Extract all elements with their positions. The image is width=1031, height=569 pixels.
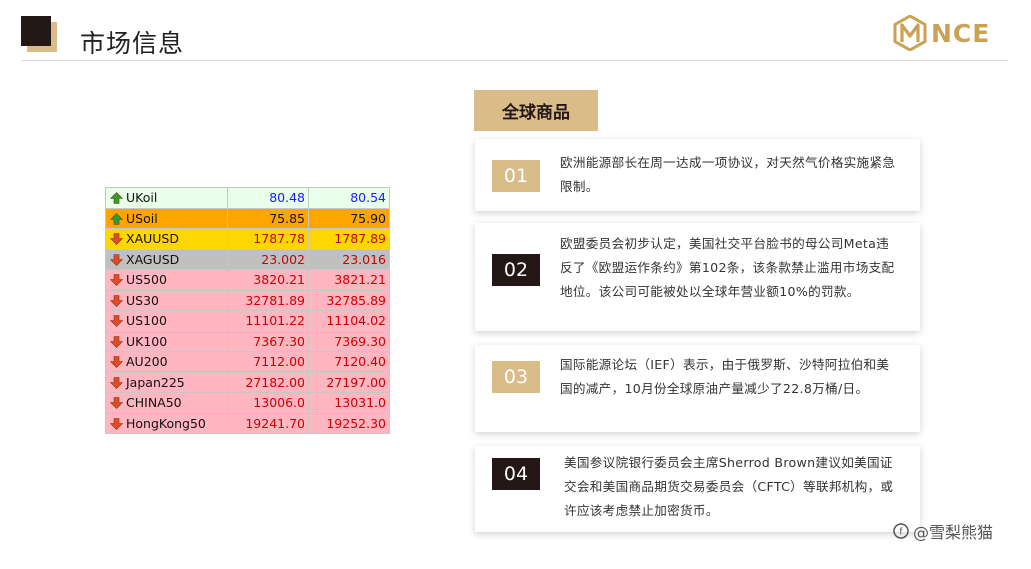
quote-row: UK100 7367.30 7369.30 <box>105 330 390 352</box>
quote-symbol-cell: XAUUSD <box>105 228 228 250</box>
section-tag: 全球商品 <box>474 90 598 131</box>
quote-bid: 23.002 <box>227 248 309 270</box>
quote-ask: 27197.00 <box>308 371 390 393</box>
news-card-2: 02 欧盟委员会初步认定，美国社交平台脸书的母公司Meta违反了《欧盟运作条约》… <box>475 223 920 331</box>
news-card-1: 01 欧洲能源部长在周一达成一项协议，对天然气价格实施紧急限制。 <box>475 139 920 211</box>
arrow-down-icon <box>110 397 123 410</box>
quote-ask: 32785.89 <box>308 289 390 311</box>
nce-logo-icon <box>893 15 927 51</box>
quote-symbol-cell: Japan225 <box>105 371 228 393</box>
quote-symbol-cell: HongKong50 <box>105 412 228 434</box>
quote-ask: 13031.0 <box>308 392 390 414</box>
quote-row: AU200 7112.00 7120.40 <box>105 351 390 373</box>
quote-bid: 7367.30 <box>227 330 309 352</box>
arrow-up-icon <box>110 212 123 225</box>
quote-symbol: US30 <box>126 292 159 308</box>
quote-row: USoil 75.85 75.90 <box>105 207 390 229</box>
quote-symbol-cell: US30 <box>105 289 228 311</box>
news-text: 美国参议院银行委员会主席Sherrod Brown建议如美国证交会和美国商品期货… <box>564 455 894 518</box>
news-card-4: 04 美国参议院银行委员会主席Sherrod Brown建议如美国证交会和美国商… <box>475 446 920 532</box>
watermark: f @雪梨熊猫 <box>893 519 993 543</box>
quote-bid: 27182.00 <box>227 371 309 393</box>
nce-logo: NCE <box>893 14 1005 52</box>
logo-text: NCE <box>931 18 991 48</box>
news-text: 国际能源论坛（IEF）表示，由于俄罗斯、沙特阿拉伯和美国的减产，10月份全球原油… <box>560 357 890 396</box>
quote-bid: 7112.00 <box>227 351 309 373</box>
arrow-down-icon <box>110 294 123 307</box>
quote-row: XAGUSD 23.002 23.016 <box>105 248 390 270</box>
quote-bid: 3820.21 <box>227 269 309 291</box>
arrow-down-icon <box>110 417 123 430</box>
arrow-down-icon <box>110 315 123 328</box>
news-number: 02 <box>492 254 540 286</box>
arrow-down-icon <box>110 335 123 348</box>
quote-symbol: CHINA50 <box>126 395 182 411</box>
news-number: 03 <box>492 361 540 393</box>
arrow-down-icon <box>110 274 123 287</box>
watermark-text: @雪梨熊猫 <box>913 523 994 542</box>
header-divider <box>22 60 1008 61</box>
quote-symbol: US500 <box>126 272 167 288</box>
quote-ask: 80.54 <box>308 187 390 209</box>
quote-ask: 7120.40 <box>308 351 390 373</box>
quote-symbol: HongKong50 <box>126 415 206 431</box>
quote-symbol-cell: UKoil <box>105 187 228 209</box>
quote-bid: 32781.89 <box>227 289 309 311</box>
quote-row: XAUUSD 1787.78 1787.89 <box>105 228 390 250</box>
quote-row: US500 3820.21 3821.21 <box>105 269 390 291</box>
title-decoration-front <box>21 16 51 46</box>
quote-ask: 23.016 <box>308 248 390 270</box>
quote-symbol-cell: US100 <box>105 310 228 332</box>
quote-symbol: XAUUSD <box>126 231 179 247</box>
quote-symbol: UKoil <box>126 190 158 206</box>
quote-ask: 1787.89 <box>308 228 390 250</box>
quote-symbol: US100 <box>126 313 167 329</box>
quote-bid: 1787.78 <box>227 228 309 250</box>
quote-symbol: USoil <box>126 210 158 226</box>
quote-bid: 19241.70 <box>227 412 309 434</box>
quote-symbol-cell: AU200 <box>105 351 228 373</box>
quote-bid: 75.85 <box>227 207 309 229</box>
arrow-down-icon <box>110 376 123 389</box>
quote-ask: 75.90 <box>308 207 390 229</box>
news-number: 04 <box>492 458 540 490</box>
zhihu-icon: f <box>893 523 909 539</box>
page-title: 市场信息 <box>80 29 185 58</box>
quote-symbol-cell: CHINA50 <box>105 392 228 414</box>
quote-row: Japan225 27182.00 27197.00 <box>105 371 390 393</box>
quote-bid: 13006.0 <box>227 392 309 414</box>
quote-ask: 11104.02 <box>308 310 390 332</box>
quote-ask: 7369.30 <box>308 330 390 352</box>
quote-symbol: AU200 <box>126 354 168 370</box>
arrow-down-icon <box>110 253 123 266</box>
news-text: 欧洲能源部长在周一达成一项协议，对天然气价格实施紧急限制。 <box>560 155 896 194</box>
svg-text:f: f <box>899 528 903 538</box>
news-text: 欧盟委员会初步认定，美国社交平台脸书的母公司Meta违反了《欧盟运作条约》第10… <box>560 236 895 299</box>
arrow-down-icon <box>110 233 123 246</box>
quote-symbol: UK100 <box>126 333 168 349</box>
quote-row: CHINA50 13006.0 13031.0 <box>105 392 390 414</box>
quote-ask: 19252.30 <box>308 412 390 434</box>
quote-symbol-cell: USoil <box>105 207 228 229</box>
arrow-down-icon <box>110 356 123 369</box>
quote-symbol-cell: UK100 <box>105 330 228 352</box>
quote-row: UKoil 80.48 80.54 <box>105 187 390 209</box>
arrow-up-icon <box>110 192 123 205</box>
quote-bid: 80.48 <box>227 187 309 209</box>
quote-symbol: XAGUSD <box>126 251 180 267</box>
quote-symbol: Japan225 <box>126 374 185 390</box>
quote-row: US100 11101.22 11104.02 <box>105 310 390 332</box>
news-card-3: 03 国际能源论坛（IEF）表示，由于俄罗斯、沙特阿拉伯和美国的减产，10月份全… <box>475 345 920 432</box>
quote-symbol-cell: XAGUSD <box>105 248 228 270</box>
quote-bid: 11101.22 <box>227 310 309 332</box>
quote-table: UKoil 80.48 80.54 USoil 75.85 75.90 XAUUSD 1787… <box>105 187 390 434</box>
quote-ask: 3821.21 <box>308 269 390 291</box>
news-number: 01 <box>492 160 540 192</box>
quote-symbol-cell: US500 <box>105 269 228 291</box>
quote-row: HongKong50 19241.70 19252.30 <box>105 412 390 434</box>
quote-row: US30 32781.89 32785.89 <box>105 289 390 311</box>
